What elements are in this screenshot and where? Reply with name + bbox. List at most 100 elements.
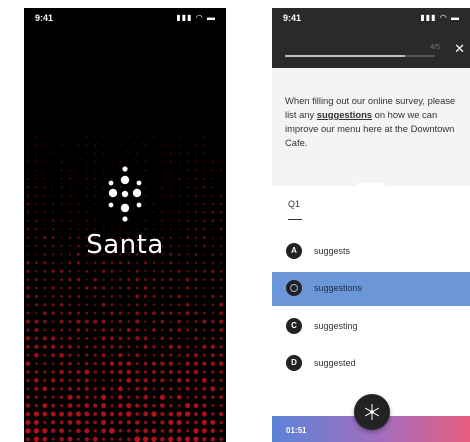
halftone-dot: [118, 369, 123, 375]
halftone-dot: [186, 144, 189, 146]
halftone-dot: [194, 303, 198, 306]
snowflake-button[interactable]: [354, 394, 390, 430]
halftone-dot: [34, 378, 39, 383]
halftone-dot: [50, 428, 56, 434]
halftone-dot: [51, 362, 55, 365]
halftone-dot: [145, 119, 147, 121]
halftone-dot: [34, 352, 39, 358]
halftone-dot: [35, 161, 38, 163]
halftone-dot: [69, 85, 71, 87]
signal-icon: ▮▮▮: [176, 13, 193, 22]
option-c[interactable]: C suggesting: [272, 310, 470, 344]
halftone-dot: [136, 152, 139, 155]
halftone-dot: [195, 102, 197, 104]
halftone-dot: [212, 85, 214, 87]
halftone-dot: [26, 294, 30, 299]
halftone-dot: [169, 328, 173, 332]
halftone-dot: [68, 286, 72, 290]
option-a[interactable]: A suggests: [272, 235, 470, 269]
halftone-dot: [168, 428, 174, 434]
halftone-dot: [126, 369, 132, 375]
halftone-dot: [76, 345, 81, 349]
halftone-dot: [110, 403, 114, 408]
halftone-dot: [145, 85, 147, 87]
halftone-dot: [34, 278, 38, 282]
halftone-dot: [110, 261, 114, 265]
halftone-dot: [195, 161, 197, 163]
halftone-dot: [220, 136, 222, 138]
halftone-dot: [202, 353, 206, 357]
halftone-dot: [143, 428, 148, 434]
halftone-dot: [185, 386, 190, 391]
halftone-dot: [35, 311, 38, 315]
close-icon[interactable]: ✕: [454, 42, 465, 55]
halftone-dot: [186, 169, 189, 172]
halftone-dot: [118, 394, 123, 400]
halftone-dot: [100, 419, 107, 426]
halftone-dot: [94, 77, 96, 79]
halftone-dot: [35, 119, 37, 121]
halftone-dot: [126, 411, 132, 417]
halftone-dot: [186, 345, 190, 349]
halftone-dot: [220, 127, 222, 130]
halftone-dot: [212, 152, 214, 155]
halftone-dot: [187, 85, 189, 87]
halftone-dot: [84, 386, 89, 391]
halftone-dot: [178, 119, 180, 121]
halftone-dot: [119, 136, 122, 138]
halftone-dot: [25, 419, 31, 425]
halftone-dot: [43, 361, 47, 366]
halftone-dot: [128, 152, 130, 155]
halftone-dot: [93, 370, 97, 374]
halftone-dot: [75, 419, 81, 425]
halftone-dot: [210, 395, 215, 400]
halftone-dot: [26, 278, 30, 281]
halftone-dot: [211, 211, 215, 214]
halftone-dot: [35, 110, 38, 113]
halftone-dot: [177, 303, 181, 307]
option-b-selected[interactable]: suggestions: [272, 272, 470, 306]
halftone-dot: [60, 152, 63, 155]
halftone-dot: [177, 344, 182, 349]
halftone-dot: [135, 319, 140, 324]
halftone-dot: [51, 395, 55, 399]
halftone-dot: [85, 361, 89, 366]
option-d[interactable]: D suggested: [272, 347, 470, 381]
halftone-dot: [84, 428, 90, 434]
quiz-header: 9:41 ▮▮▮ ◠ ▬ 4/5 ✕: [272, 8, 470, 68]
halftone-dot: [119, 144, 122, 146]
halftone-dot: [75, 411, 81, 417]
halftone-dot: [60, 261, 63, 264]
halftone-dot: [177, 337, 181, 340]
halftone-dot: [203, 102, 205, 104]
halftone-dot: [69, 94, 71, 96]
halftone-dot: [128, 111, 130, 113]
halftone-dot: [27, 102, 29, 104]
halftone-dot: [26, 370, 30, 374]
halftone-dot: [110, 387, 114, 391]
halftone-dot: [77, 186, 80, 188]
halftone-dot: [110, 437, 114, 441]
halftone-dot: [144, 278, 148, 282]
halftone-dot: [50, 336, 56, 341]
halftone-dot: [34, 403, 39, 408]
halftone-dot: [68, 294, 72, 298]
halftone-dot: [69, 177, 71, 180]
halftone-dot: [151, 369, 157, 375]
halftone-dot: [26, 311, 30, 315]
halftone-dot: [135, 277, 139, 282]
halftone-dot: [27, 169, 29, 172]
halftone-dot: [101, 437, 106, 441]
halftone-dot: [43, 395, 47, 399]
halftone-dot: [220, 219, 223, 222]
halftone-dot: [220, 119, 222, 121]
halftone-dot: [169, 286, 173, 290]
halftone-dot: [76, 353, 80, 357]
halftone-dot: [51, 370, 55, 374]
halftone-dot: [52, 136, 54, 138]
halftone-dot: [69, 194, 71, 197]
halftone-dot: [194, 295, 198, 298]
halftone-dot: [77, 161, 80, 163]
halftone-dot: [94, 85, 96, 87]
halftone-dot: [103, 77, 104, 79]
